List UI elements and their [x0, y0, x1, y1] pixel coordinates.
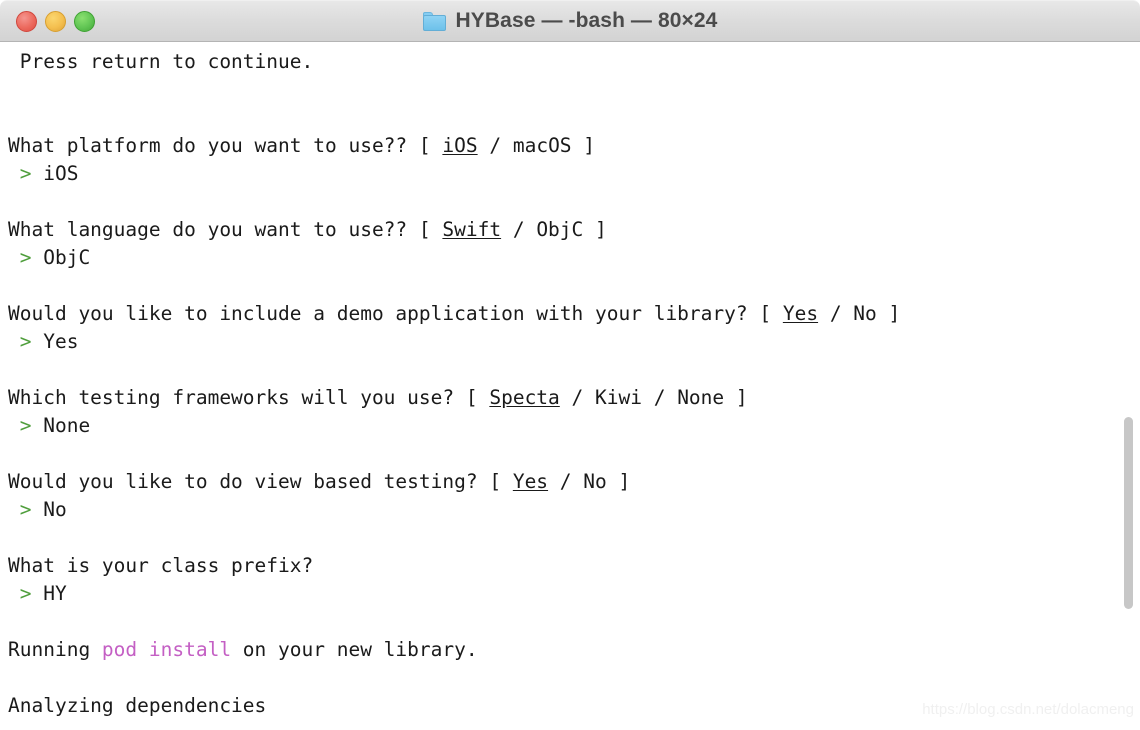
- terminal-line-blank-7: [8, 524, 900, 552]
- terminal-line-q-platform: What platform do you want to use?? [ iOS…: [8, 132, 900, 160]
- terminal-segment: >: [8, 246, 44, 269]
- terminal-line-a-demo: > Yes: [8, 328, 900, 356]
- terminal-line-press-return: Press return to continue.: [8, 48, 900, 76]
- terminal-segment: >: [8, 414, 44, 437]
- terminal-line-blank-6: [8, 440, 900, 468]
- terminal-segment: pod install: [101, 638, 232, 661]
- terminal-segment: What is your class prefix?: [8, 554, 314, 577]
- terminal-segment: Which testing frameworks will you use? [: [8, 386, 490, 409]
- terminal-segment: What platform do you want to use?? [: [8, 134, 443, 157]
- terminal-segment: / No ]: [548, 470, 631, 493]
- terminal-line-a-platform: > iOS: [8, 160, 900, 188]
- terminal-segment: Would you like to include a demo applica…: [8, 302, 783, 325]
- terminal-segment: Running: [8, 638, 102, 661]
- terminal-line-analyzing: Analyzing dependencies: [8, 692, 900, 720]
- terminal-line-blank-4: [8, 272, 900, 300]
- watermark-text: https://blog.csdn.net/dolacmeng: [922, 701, 1134, 718]
- terminal-segment: What language do you want to use?? [: [8, 218, 443, 241]
- terminal-line-a-language: > ObjC: [8, 244, 900, 272]
- terminal-output-area[interactable]: Press return to continue. What platform …: [0, 42, 1140, 730]
- terminal-line-q-language: What language do you want to use?? [ Swi…: [8, 216, 900, 244]
- terminal-segment: [8, 666, 20, 689]
- terminal-segment: / Kiwi / None ]: [559, 386, 748, 409]
- terminal-segment: iOS: [442, 134, 478, 157]
- window-title-group: HYBase — -bash — 80×24: [422, 9, 718, 33]
- terminal-segment: [8, 610, 20, 633]
- terminal-line-blank-3: [8, 188, 900, 216]
- terminal-line-q-demo: Would you like to include a demo applica…: [8, 300, 900, 328]
- scrollbar-thumb[interactable]: [1124, 417, 1133, 609]
- terminal-line-blank-8: [8, 608, 900, 636]
- terminal-segment: Yes: [782, 302, 819, 325]
- terminal-line-blank-9: [8, 664, 900, 692]
- terminal-segment: >: [8, 330, 44, 353]
- terminal-segment: Swift: [442, 218, 502, 241]
- terminal-scrollbar[interactable]: [1123, 42, 1137, 730]
- terminal-segment: [8, 106, 20, 129]
- folder-icon: [422, 11, 446, 31]
- terminal-segment: HY: [43, 582, 67, 605]
- terminal-line-blank-1: [8, 76, 900, 104]
- terminal-line-q-viewtesting: Would you like to do view based testing?…: [8, 468, 900, 496]
- maximize-window-button[interactable]: [74, 10, 95, 32]
- terminal-segment: on your new library.: [231, 638, 478, 661]
- terminal-segment: Would you like to do view based testing?…: [8, 470, 513, 493]
- close-window-button[interactable]: [16, 10, 37, 32]
- terminal-segment: Analyzing dependencies: [8, 694, 267, 717]
- terminal-line-q-prefix: What is your class prefix?: [8, 552, 900, 580]
- terminal-line-blank-2: [8, 104, 900, 132]
- terminal-line-a-testing: > None: [8, 412, 900, 440]
- minimize-window-button[interactable]: [45, 10, 66, 32]
- terminal-segment: [8, 526, 20, 549]
- terminal-line-a-viewtesting: > No: [8, 496, 900, 524]
- terminal-segment: None: [43, 414, 91, 437]
- terminal-segment: Yes: [43, 330, 79, 353]
- terminal-segment: ObjC: [43, 246, 91, 269]
- terminal-segment: [8, 190, 20, 213]
- terminal-segment: >: [8, 582, 44, 605]
- terminal-segment: / macOS ]: [477, 134, 596, 157]
- terminal-segment: / ObjC ]: [501, 218, 607, 241]
- traffic-light-group: [16, 1, 95, 41]
- terminal-segment: Yes: [512, 470, 549, 493]
- terminal-segment: Press return to continue.: [8, 50, 314, 73]
- terminal-segment: >: [8, 498, 44, 521]
- window-titlebar[interactable]: HYBase — -bash — 80×24: [0, 0, 1140, 42]
- terminal-segment: [8, 78, 20, 101]
- terminal-window: HYBase — -bash — 80×24 Press return to c…: [0, 0, 1140, 730]
- terminal-line-blank-5: [8, 356, 900, 384]
- terminal-line-q-testing: Which testing frameworks will you use? […: [8, 384, 900, 412]
- terminal-text-content: Press return to continue. What platform …: [0, 42, 900, 720]
- terminal-segment: [8, 358, 20, 381]
- terminal-segment: No: [43, 498, 67, 521]
- terminal-segment: iOS: [43, 162, 79, 185]
- terminal-segment: [8, 274, 20, 297]
- terminal-line-a-prefix: > HY: [8, 580, 900, 608]
- terminal-segment: / No ]: [818, 302, 901, 325]
- terminal-segment: Specta: [489, 386, 560, 409]
- terminal-segment: [8, 442, 20, 465]
- terminal-line-running-pod: Running pod install on your new library.: [8, 636, 900, 664]
- window-title: HYBase — -bash — 80×24: [455, 9, 718, 32]
- terminal-segment: >: [8, 162, 44, 185]
